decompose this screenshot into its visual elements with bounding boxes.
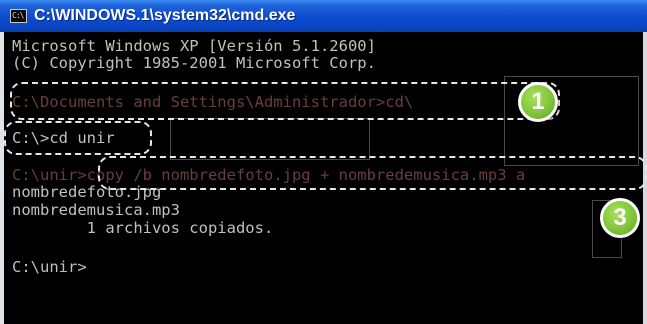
console-app-icon-label: C:\	[12, 11, 24, 20]
window-title: C:\WINDOWS.1\system32\cmd.exe	[34, 7, 296, 24]
cmd-window: C:\ C:\WINDOWS.1\system32\cmd.exe Micros…	[0, 0, 647, 324]
console-prompt[interactable]: C:\unir>	[12, 259, 87, 276]
title-bar[interactable]: C:\ C:\WINDOWS.1\system32\cmd.exe	[0, 0, 647, 32]
step-3-badge: 3	[600, 198, 640, 238]
console-line-file-mp3: nombredemusica.mp3	[12, 201, 180, 219]
callout-highlight-cd-unir	[4, 121, 152, 155]
annotation-frame	[170, 118, 370, 160]
console-app-icon: C:\	[10, 9, 27, 23]
callout-highlight-copy	[98, 156, 647, 190]
callout-highlight-cd-root	[10, 82, 560, 120]
console-line-copyright: (C) Copyright 1985-2001 Microsoft Corp.	[12, 54, 376, 72]
console-line-version: Microsoft Windows XP [Versión 5.1.2600]	[12, 37, 376, 55]
step-1-badge: 1	[518, 82, 558, 122]
console-line-copied: 1 archivos copiados.	[12, 219, 274, 237]
